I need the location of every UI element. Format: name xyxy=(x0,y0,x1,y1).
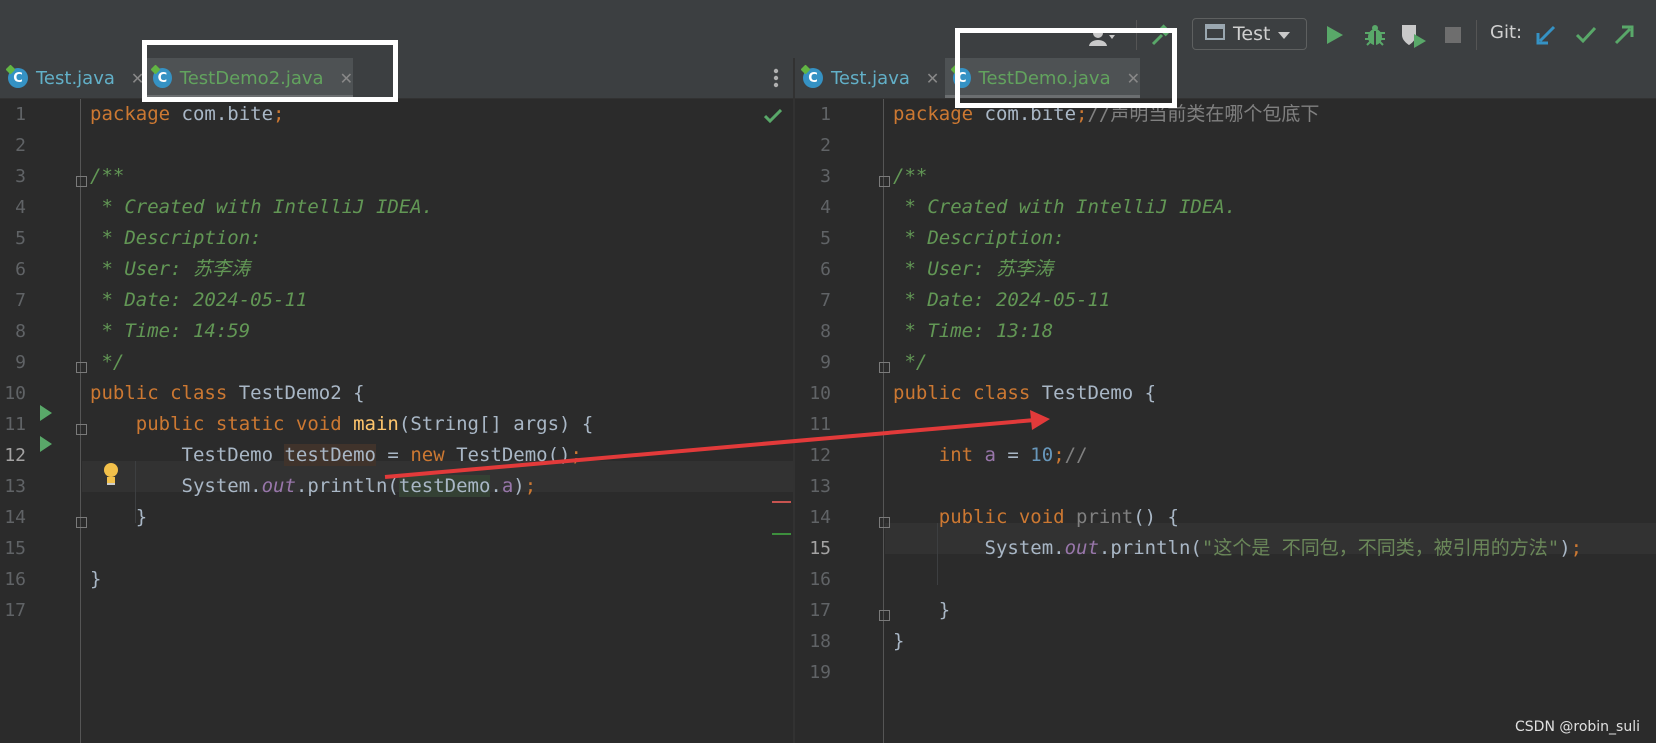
watermark: CSDN @robin_suli xyxy=(1515,719,1640,735)
annotation-arrow xyxy=(384,410,1050,479)
